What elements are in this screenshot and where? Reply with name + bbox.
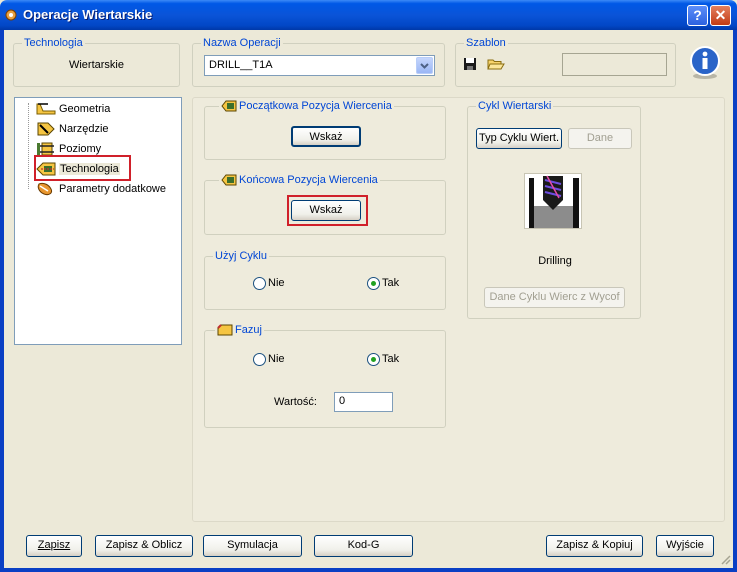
operation-name-value: DRILL__T1A (209, 59, 273, 71)
levels-icon (36, 142, 56, 156)
simulation-button[interactable]: Symulacja (203, 535, 302, 557)
use-cycle-group: Użyj Cyklu Nie Tak (204, 250, 446, 310)
save-copy-label: Zapisz & Kopiuj (556, 539, 633, 551)
tree-item-label: Poziomy (59, 143, 102, 155)
tool-icon (36, 122, 56, 136)
geometry-icon (36, 102, 56, 116)
end-position-icon (221, 174, 239, 186)
use-cycle-yes-radio[interactable] (367, 277, 380, 290)
technologia-label: Technologia (22, 37, 85, 50)
gcode-button[interactable]: Kod-G (314, 535, 413, 557)
end-position-title: Końcowa Pozycja Wiercenia (219, 174, 380, 187)
tree-item-label: Narzędzie (59, 123, 109, 135)
end-position-label: Końcowa Pozycja Wiercenia (239, 174, 378, 186)
tree-item-parametry-dodatkowe[interactable]: Parametry dodatkowe (36, 181, 166, 199)
tree-highlight-box (34, 155, 131, 181)
window-frame-right (733, 30, 737, 572)
chamfer-no-label[interactable]: Nie (268, 353, 285, 365)
save-calc-label: Zapisz & Oblicz (105, 539, 183, 551)
operation-name-label: Nazwa Operacji (201, 37, 283, 50)
cycle-type-button[interactable]: Typ Cyklu Wiert. (476, 128, 562, 149)
app-icon (4, 8, 18, 22)
use-cycle-yes-label[interactable]: Tak (382, 277, 399, 289)
open-template-icon[interactable] (487, 56, 505, 74)
resize-grip-icon[interactable] (719, 553, 731, 565)
drilling-caption: Drilling (538, 255, 572, 267)
save-button[interactable]: Zapisz (26, 535, 82, 557)
operation-name-select[interactable]: DRILL__T1A (204, 55, 435, 76)
save-label: Zapisz (37, 539, 71, 551)
technologia-value: Wiertarskie (68, 59, 124, 71)
end-position-group: Końcowa Pozycja Wiercenia Wskaż (204, 174, 446, 235)
chamfer-no-radio[interactable] (253, 353, 266, 366)
tree-item-geometria[interactable]: Geometria (36, 101, 110, 119)
exit-button[interactable]: Wyjście (656, 535, 714, 557)
start-position-group: Początkowa Pozycja Wiercenia Wskaż (204, 100, 446, 160)
window-title: Operacje Wiertarskie (23, 7, 153, 22)
tree-item-label: Geometria (59, 103, 111, 115)
exit-label: Wyjście (666, 539, 704, 551)
chamfer-yes-label[interactable]: Tak (382, 353, 399, 365)
tree-item-narzedzie[interactable]: Narzędzie (36, 121, 109, 139)
drill-cycle-label: Cykl Wiertarski (476, 100, 554, 113)
navigation-tree[interactable]: Geometria Narzędzie Poziomy Technologia … (14, 97, 182, 345)
chamfer-yes-radio[interactable] (367, 353, 380, 366)
window-frame-bottom (0, 568, 737, 572)
use-cycle-no-label[interactable]: Nie (268, 277, 285, 289)
simulation-label: Symulacja (227, 539, 278, 551)
start-position-label: Początkowa Pozycja Wiercenia (239, 100, 392, 112)
help-button[interactable]: ? (687, 5, 708, 26)
gcode-label: Kod-G (347, 539, 380, 551)
chamfer-title: Fazuj (215, 324, 264, 337)
dropdown-button[interactable] (416, 57, 433, 74)
start-position-title: Początkowa Pozycja Wiercenia (219, 100, 394, 113)
drilling-preview-icon (524, 173, 582, 229)
chevron-down-icon (420, 63, 429, 69)
save-template-icon[interactable] (462, 56, 480, 74)
chamfer-icon (217, 324, 235, 336)
close-button[interactable]: ✕ (710, 5, 731, 26)
save-calc-button[interactable]: Zapisz & Oblicz (95, 535, 193, 557)
start-position-pick-button[interactable]: Wskaż (291, 126, 361, 147)
chamfer-value-input[interactable]: 0 (334, 392, 393, 412)
cycle-data-button[interactable]: Dane (568, 128, 632, 149)
end-pick-highlight-box (287, 195, 368, 226)
use-cycle-label: Użyj Cyklu (213, 250, 269, 263)
drill-cycle-group: Cykl Wiertarski Typ Cyklu Wiert. Dane Dr… (467, 100, 641, 319)
extra-params-icon (36, 182, 56, 196)
operation-name-group: Nazwa Operacji DRILL__T1A (192, 37, 445, 87)
template-group: Szablon (455, 37, 676, 87)
save-copy-button[interactable]: Zapisz & Kopiuj (546, 535, 643, 557)
tree-item-label: Parametry dodatkowe (59, 183, 166, 195)
template-label: Szablon (464, 37, 508, 50)
chamfer-value-label: Wartość: (274, 396, 317, 408)
start-position-icon (221, 100, 239, 112)
cycle-withdraw-data-button[interactable]: Dane Cyklu Wierc z Wycof (484, 287, 625, 308)
technologia-group: Technologia Wiertarskie (13, 37, 180, 87)
info-icon[interactable] (687, 45, 723, 81)
template-field[interactable] (562, 53, 667, 76)
use-cycle-no-radio[interactable] (253, 277, 266, 290)
chamfer-label: Fazuj (235, 324, 262, 336)
tree-line (28, 103, 29, 189)
chamfer-group: Fazuj Nie Tak Wartość: 0 (204, 324, 446, 428)
